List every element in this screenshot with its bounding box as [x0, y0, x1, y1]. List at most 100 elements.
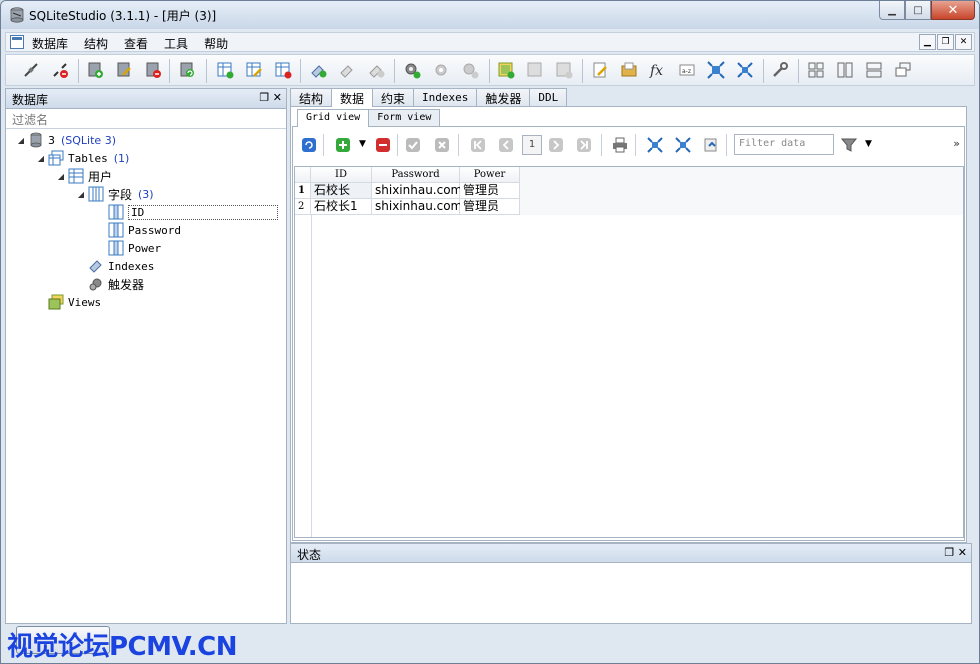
data-grid[interactable]: ID Password Power 1 石校长 shixinhau.com 管理… [294, 166, 964, 538]
add-row-dropdown-icon[interactable]: ▼ [359, 139, 366, 149]
maximize-button[interactable]: □ [905, 1, 931, 20]
filter-icon[interactable] [841, 137, 857, 153]
refresh-database-icon[interactable] [178, 61, 196, 79]
tab-ddl[interactable]: DDL [529, 88, 568, 106]
collapse-rows-icon[interactable] [647, 137, 663, 153]
mdi-minimize-button[interactable]: ▁ [919, 34, 936, 50]
menu-database[interactable]: 数据库 [32, 35, 68, 52]
float-panel-icon[interactable]: ❐ [259, 91, 269, 104]
rollback-icon[interactable] [434, 137, 450, 153]
tree-node-table-user[interactable]: ◢ 用户 [56, 167, 112, 185]
sql-editor-icon[interactable] [591, 61, 609, 79]
open-folder-icon[interactable] [620, 61, 638, 79]
delete-table-icon[interactable] [274, 61, 292, 79]
mdi-close-button[interactable]: ✕ [955, 34, 972, 50]
filter-dropdown-icon[interactable]: ▼ [865, 139, 872, 149]
toolbar-overflow-icon[interactable]: » [953, 137, 960, 150]
tree-node-tables[interactable]: ◢ Tables (1) [36, 149, 129, 167]
collation-icon[interactable]: a-z [678, 61, 696, 79]
mdi-window-icon[interactable] [10, 35, 24, 49]
tree-node-indexes[interactable]: Indexes [86, 257, 154, 275]
collapse-icon[interactable] [707, 61, 725, 79]
expand-arrow-icon[interactable]: ◢ [36, 154, 46, 163]
expand-arrow-icon[interactable]: ◢ [76, 190, 86, 199]
delete-view-icon[interactable] [555, 61, 573, 79]
tab-structure[interactable]: 结构 [290, 88, 333, 106]
tab-indexes[interactable]: Indexes [413, 88, 478, 106]
add-database-icon[interactable] [86, 61, 104, 79]
connect-db-icon[interactable] [22, 61, 40, 79]
table-row[interactable]: 1 石校长 shixinhau.com 管理员 [295, 183, 520, 199]
add-index-icon[interactable] [309, 61, 327, 79]
add-trigger-icon[interactable] [403, 61, 421, 79]
tree-node-column-password[interactable]: Password [106, 221, 181, 239]
add-table-icon[interactable] [216, 61, 234, 79]
status-panel-header: 状态 ❐ ✕ [291, 544, 971, 563]
tree-node-columns[interactable]: ◢ 字段 (3) [76, 185, 154, 203]
tab-form-view[interactable]: Form view [368, 109, 441, 126]
menu-tools[interactable]: 工具 [164, 35, 188, 52]
settings-wrench-icon[interactable] [771, 61, 789, 79]
grid-cell[interactable]: shixinhau.com [372, 183, 462, 199]
next-page-icon[interactable] [548, 137, 564, 153]
expand-arrow-icon[interactable]: ◢ [56, 172, 66, 181]
close-panel-icon[interactable]: ✕ [958, 546, 967, 559]
tile-windows-icon[interactable] [807, 61, 825, 79]
function-icon[interactable]: fx [649, 61, 667, 79]
edit-index-icon[interactable] [338, 61, 356, 79]
tree-filter-input[interactable]: 过滤名 [6, 109, 286, 129]
tree-node-column-power[interactable]: Power [106, 239, 161, 257]
grid-cell[interactable]: 管理员 [460, 199, 520, 215]
table-row[interactable]: 2 石校长1 shixinhau.com 管理员 [295, 199, 520, 215]
print-icon[interactable] [612, 137, 628, 153]
edit-trigger-icon[interactable] [432, 61, 450, 79]
delete-trigger-icon[interactable] [461, 61, 479, 79]
expand-rows-icon[interactable] [675, 137, 691, 153]
grid-cell[interactable]: 管理员 [460, 183, 520, 199]
grid-cell[interactable]: 石校长 [311, 183, 372, 199]
minimize-button[interactable]: ▁ [879, 1, 905, 20]
tree-node-views[interactable]: Views [46, 293, 101, 311]
grid-cell[interactable]: 石校长1 [311, 199, 372, 215]
tree-node-column-id[interactable]: ID [106, 203, 278, 221]
cascade-windows-icon[interactable] [894, 61, 912, 79]
page-number-input[interactable]: 1 [522, 135, 542, 155]
tab-constraints[interactable]: 约束 [372, 88, 415, 106]
delete-database-icon[interactable] [144, 61, 162, 79]
tile-vertical-icon[interactable] [865, 61, 883, 79]
grid-cell[interactable]: shixinhau.com [372, 199, 462, 215]
menu-structure[interactable]: 结构 [84, 35, 108, 52]
commit-icon[interactable] [405, 137, 421, 153]
close-button[interactable]: ✕ [931, 1, 975, 20]
column-header-power[interactable]: Power [460, 167, 520, 183]
tab-data[interactable]: 数据 [331, 88, 374, 107]
mdi-restore-button[interactable]: ❐ [937, 34, 954, 50]
tile-horizontal-icon[interactable] [836, 61, 854, 79]
add-row-icon[interactable] [335, 137, 351, 153]
add-view-icon[interactable] [497, 61, 515, 79]
disconnect-db-icon[interactable] [51, 61, 69, 79]
last-page-icon[interactable] [576, 137, 592, 153]
menu-help[interactable]: 帮助 [204, 35, 228, 52]
float-panel-icon[interactable]: ❐ [944, 546, 954, 559]
delete-index-icon[interactable] [367, 61, 385, 79]
refresh-icon[interactable] [301, 137, 317, 153]
tab-grid-view[interactable]: Grid view [297, 109, 370, 127]
edit-database-icon[interactable] [115, 61, 133, 79]
tab-triggers[interactable]: 触发器 [476, 88, 531, 106]
export-icon[interactable] [703, 137, 719, 153]
column-header-password[interactable]: Password [372, 167, 460, 183]
expand-icon[interactable] [736, 61, 754, 79]
tree-node-triggers[interactable]: 触发器 [86, 275, 144, 293]
filter-data-input[interactable]: Filter data [734, 134, 834, 155]
tree-node-database[interactable]: ◢ 3 (SQLite 3) [16, 131, 116, 149]
edit-view-icon[interactable] [526, 61, 544, 79]
menu-view[interactable]: 查看 [124, 35, 148, 52]
close-panel-icon[interactable]: ✕ [273, 91, 282, 104]
delete-row-icon[interactable] [375, 137, 391, 153]
expand-arrow-icon[interactable]: ◢ [16, 136, 26, 145]
edit-table-icon[interactable] [245, 61, 263, 79]
prev-page-icon[interactable] [498, 137, 514, 153]
column-header-id[interactable]: ID [311, 167, 372, 183]
first-page-icon[interactable] [470, 137, 486, 153]
